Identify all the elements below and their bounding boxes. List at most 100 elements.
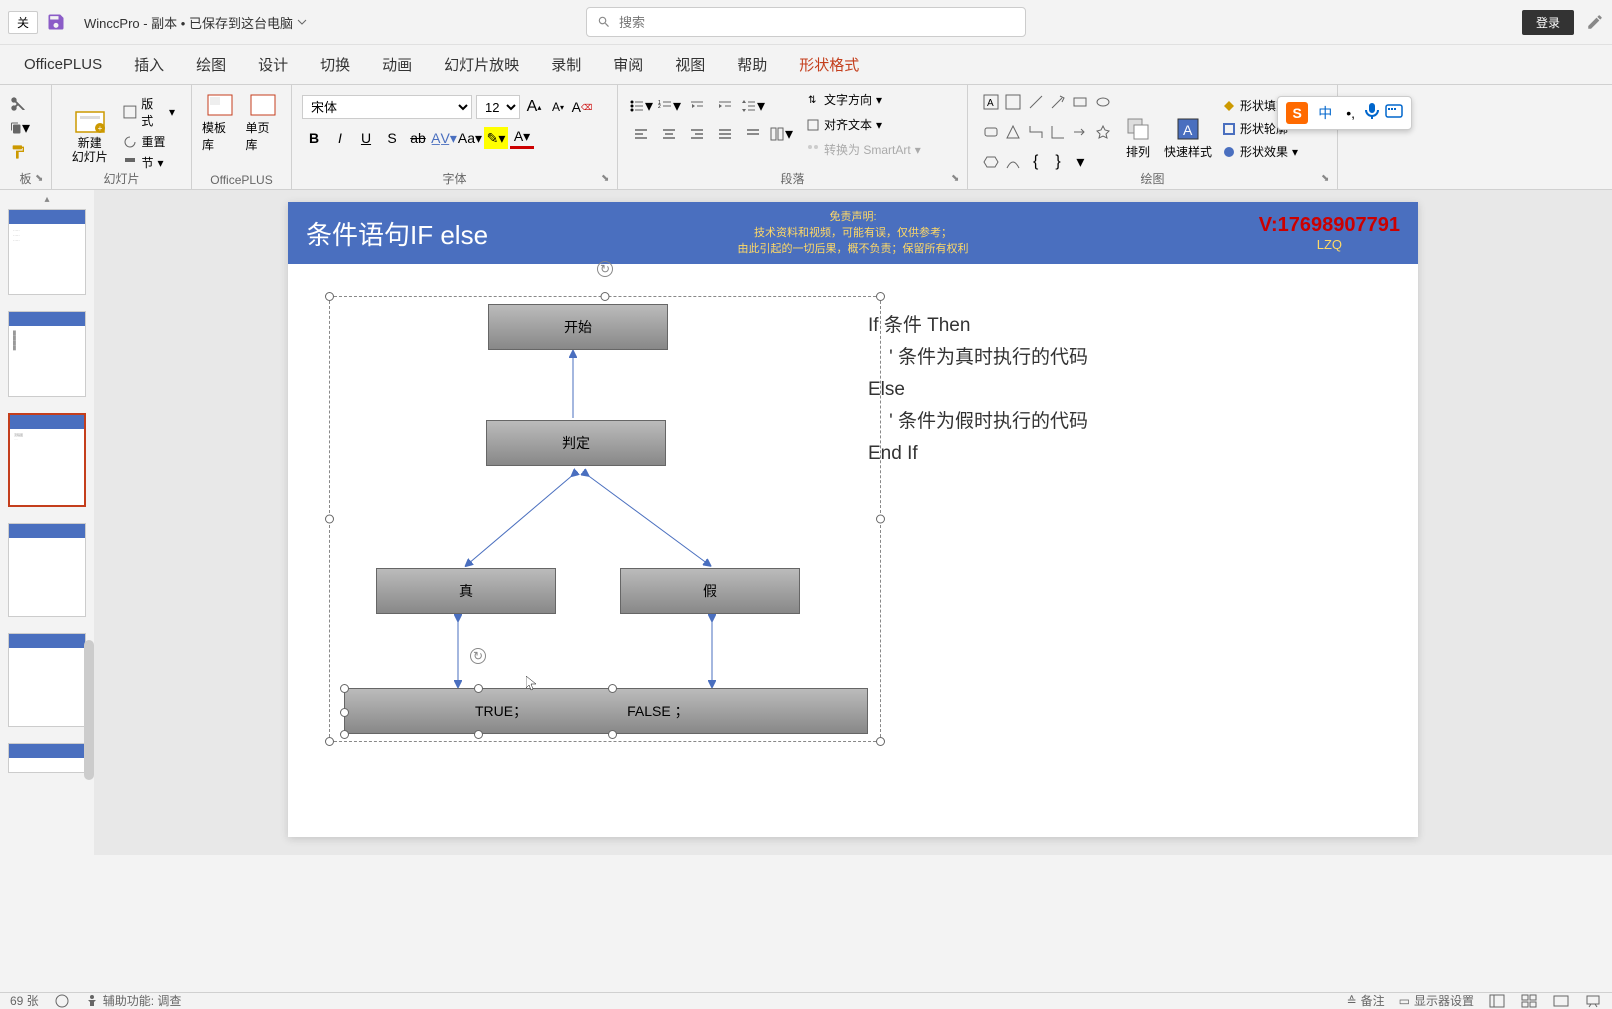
shape-conn2-icon[interactable]: [1049, 123, 1067, 141]
selection-handle[interactable]: [340, 708, 349, 717]
selection-handle[interactable]: [340, 730, 349, 739]
highlight-button[interactable]: ✎▾: [484, 127, 508, 149]
cut-icon[interactable]: [10, 95, 30, 113]
distribute-button[interactable]: [740, 123, 766, 145]
text-direction-button[interactable]: ⇅文字方向▾: [802, 89, 925, 110]
search-input[interactable]: [619, 15, 1015, 30]
font-color-button[interactable]: A▾: [510, 127, 534, 149]
bullets-button[interactable]: ▾: [628, 95, 654, 117]
italic-button[interactable]: I: [328, 127, 352, 149]
shape-rect-icon[interactable]: [1071, 93, 1089, 111]
font-expand-icon[interactable]: ⬊: [601, 173, 613, 185]
ime-panel[interactable]: S 中 •,: [1277, 96, 1412, 130]
tab-slideshow[interactable]: 幻灯片放映: [428, 44, 535, 85]
accessibility-status[interactable]: 辅助功能: 调查: [85, 992, 182, 1009]
slide-canvas[interactable]: 条件语句IF else 免责声明: 技术资料和视频，可能有误，仅供参考； 由此引…: [288, 202, 1418, 837]
slide-thumbnail-selected[interactable]: 流程图····: [8, 413, 86, 507]
shape-more-icon[interactable]: ▾: [1071, 153, 1089, 171]
flow-box-false[interactable]: 假: [620, 568, 800, 614]
tab-shape-format[interactable]: 形状格式: [783, 44, 875, 85]
section-button[interactable]: 节▾: [123, 154, 175, 171]
selection-handle[interactable]: [608, 684, 617, 693]
shape-roundrect-icon[interactable]: [982, 123, 1000, 141]
shape-star-icon[interactable]: [1094, 123, 1112, 141]
rotate-handle-icon[interactable]: ↻: [470, 648, 486, 664]
template-button[interactable]: 模板库: [202, 93, 238, 153]
flow-box-true[interactable]: 真: [376, 568, 556, 614]
ime-mic-icon[interactable]: [1365, 103, 1379, 124]
selection-handle[interactable]: [340, 684, 349, 693]
slide-thumbnail[interactable]: ···············: [8, 209, 86, 295]
shape-textbox-v-icon[interactable]: [1004, 93, 1022, 111]
tab-review[interactable]: 审阅: [597, 44, 659, 85]
tab-view[interactable]: 视图: [659, 44, 721, 85]
shape-textbox-icon[interactable]: A: [982, 93, 1000, 111]
format-painter-icon[interactable]: [10, 143, 30, 161]
notes-button[interactable]: ≙备注: [1347, 992, 1385, 1009]
columns-button[interactable]: ▾: [768, 123, 794, 145]
justify-button[interactable]: [712, 123, 738, 145]
decrease-indent-button[interactable]: [684, 95, 710, 117]
strikethrough-button[interactable]: ab: [406, 127, 430, 149]
shape-arrow2-icon[interactable]: [1071, 123, 1089, 141]
rotate-handle-icon[interactable]: ↻: [597, 261, 613, 277]
pen-icon[interactable]: [1586, 13, 1604, 31]
display-settings-button[interactable]: ▭显示器设置: [1399, 992, 1474, 1009]
align-center-button[interactable]: [656, 123, 682, 145]
shape-brace-r-icon[interactable]: }: [1049, 153, 1067, 171]
shadow-button[interactable]: S: [380, 127, 404, 149]
shape-curve-icon[interactable]: [1004, 153, 1022, 171]
search-box[interactable]: [586, 7, 1026, 37]
numbering-button[interactable]: 12▾: [656, 95, 682, 117]
selection-handle[interactable]: [608, 730, 617, 739]
shape-line-icon[interactable]: [1027, 93, 1045, 111]
login-button[interactable]: 登录: [1522, 10, 1574, 35]
reading-view-icon[interactable]: [1552, 993, 1570, 1009]
ime-keyboard-icon[interactable]: [1385, 104, 1403, 123]
selection-handle[interactable]: [474, 730, 483, 739]
char-spacing-button[interactable]: A̲V̲▾: [432, 127, 456, 149]
slide-thumbnail[interactable]: [8, 743, 86, 773]
flow-box-decide[interactable]: 判定: [486, 420, 666, 466]
tab-officeplus[interactable]: OfficePLUS: [8, 46, 118, 83]
thumb-scroll-up-icon[interactable]: ▴: [0, 194, 94, 205]
thumbnail-panel[interactable]: ▴ ··············· ████ 流程图····: [0, 190, 94, 855]
align-text-button[interactable]: 对齐文本▾: [802, 114, 925, 135]
shape-arrow-icon[interactable]: [1049, 93, 1067, 111]
line-spacing-button[interactable]: ▾: [740, 95, 766, 117]
shape-oval-icon[interactable]: [1094, 93, 1112, 111]
single-page-button[interactable]: 单页库: [246, 93, 282, 153]
font-size-select[interactable]: 12: [476, 95, 520, 119]
slide-thumbnail[interactable]: [8, 523, 86, 617]
clipboard-expand-icon[interactable]: ⬊: [35, 173, 47, 185]
reset-button[interactable]: 重置: [123, 133, 175, 150]
normal-view-icon[interactable]: [1488, 993, 1506, 1009]
drawing-expand-icon[interactable]: ⬊: [1321, 173, 1333, 185]
document-title[interactable]: WinccPro - 副本 • 已保存到这台电脑: [84, 13, 307, 32]
tab-animation[interactable]: 动画: [366, 44, 428, 85]
slideshow-view-icon[interactable]: [1584, 993, 1602, 1009]
change-case-button[interactable]: Aa▾: [458, 127, 482, 149]
flow-box-result[interactable]: TRUE； FALSE ；: [344, 688, 868, 734]
ime-punct[interactable]: •,: [1342, 103, 1359, 123]
thumbnail-scrollbar[interactable]: [84, 640, 94, 780]
selection-handle[interactable]: [474, 684, 483, 693]
shape-triangle-icon[interactable]: [1004, 123, 1022, 141]
shape-effect-button[interactable]: 形状效果▾: [1222, 143, 1298, 160]
shape-brace-l-icon[interactable]: {: [1027, 153, 1045, 171]
smartart-button[interactable]: 转换为 SmartArt▾: [802, 139, 925, 160]
clear-format-icon[interactable]: A⌫: [572, 97, 592, 117]
align-right-button[interactable]: [684, 123, 710, 145]
paragraph-expand-icon[interactable]: ⬊: [951, 173, 963, 185]
layout-button[interactable]: 版式▾: [123, 95, 175, 129]
tab-help[interactable]: 帮助: [721, 44, 783, 85]
underline-button[interactable]: U: [354, 127, 378, 149]
autosave-toggle[interactable]: 关: [8, 11, 38, 34]
sorter-view-icon[interactable]: [1520, 993, 1538, 1009]
increase-font-icon[interactable]: A▴: [524, 97, 544, 117]
decrease-font-icon[interactable]: A▾: [548, 97, 568, 117]
ime-lang[interactable]: 中: [1314, 101, 1336, 125]
save-icon[interactable]: [46, 12, 66, 32]
font-name-select[interactable]: 宋体: [302, 95, 472, 119]
language-status[interactable]: [55, 994, 69, 1008]
